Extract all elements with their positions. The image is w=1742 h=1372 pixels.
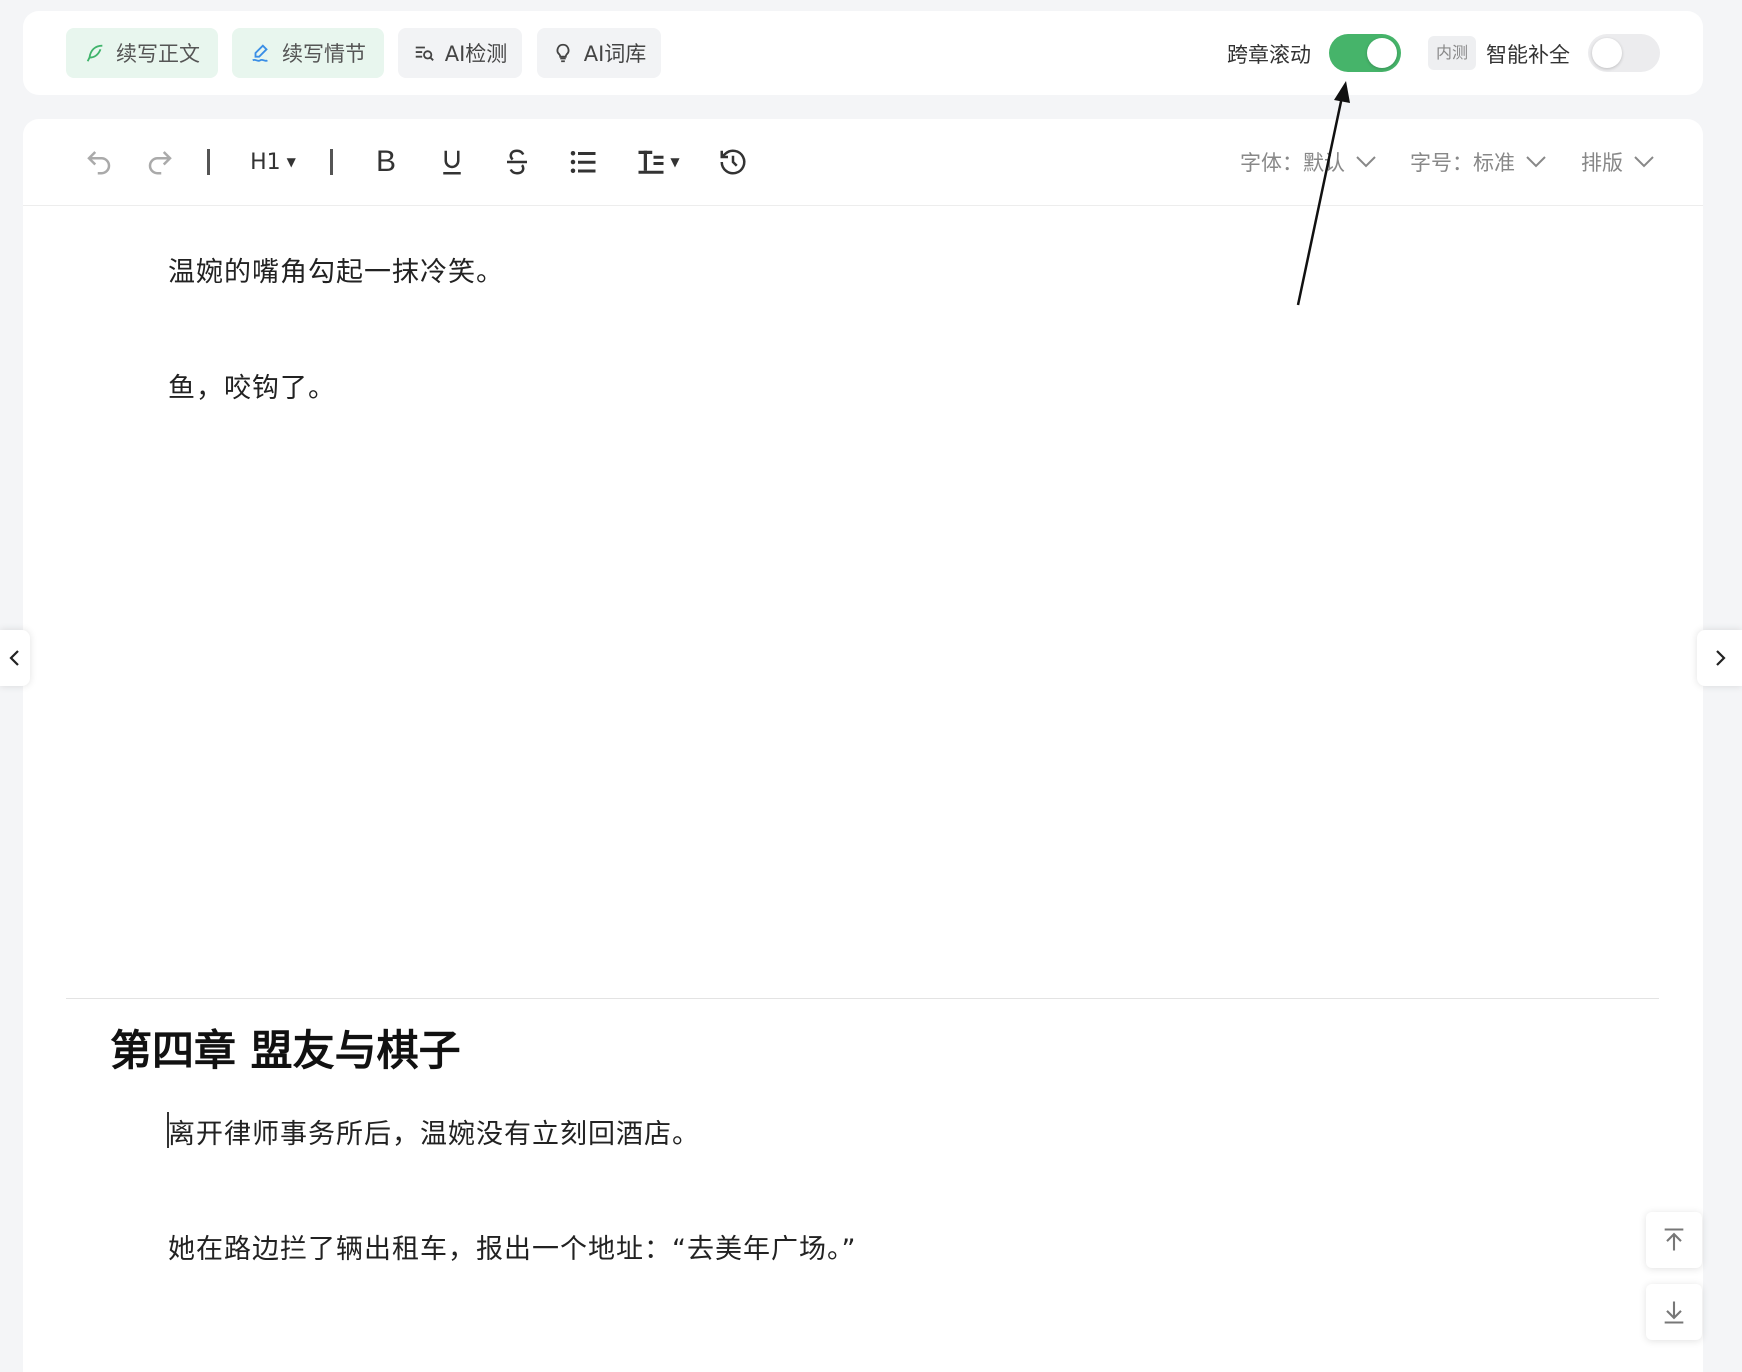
- chevron-right-icon: [1715, 650, 1726, 666]
- editor-panel: H1 ▼ B ▼ 字体：默认 字号：标准 排版 温婉的嘴角勾起一抹冷笑。 鱼，咬…: [23, 119, 1703, 1372]
- smart-complete-label: 智能补全: [1486, 43, 1570, 67]
- chevron-down-icon: [1526, 156, 1546, 168]
- layout-label: 排版: [1581, 151, 1623, 175]
- text-style-icon: [638, 150, 664, 174]
- font-size-dropdown[interactable]: 字号：标准: [1410, 147, 1547, 177]
- underline-button[interactable]: [432, 141, 472, 183]
- chevron-down-icon: [1634, 156, 1654, 168]
- ai-lexicon-label: AI词库: [583, 42, 647, 66]
- chapter-title: 第四章 盟友与棋子: [110, 1026, 461, 1075]
- continue-plot-label: 续写情节: [282, 42, 366, 66]
- text-search-icon: [415, 46, 434, 61]
- toggle-knob: [1367, 38, 1397, 68]
- arrow-to-top-icon: [1664, 1228, 1684, 1251]
- paragraph: 她在路边拦了辆出租车，报出一个地址：“去美年广场。”: [168, 1234, 857, 1265]
- caret-down-icon: ▼: [286, 155, 296, 169]
- cross-chapter-scroll-label: 跨章滚动: [1227, 43, 1311, 67]
- paragraph: 鱼，咬钩了。: [168, 373, 336, 404]
- right-panel-toggle[interactable]: [1697, 630, 1742, 686]
- beta-badge: 内测: [1428, 36, 1477, 70]
- toggle-knob: [1592, 38, 1622, 68]
- redo-icon: [148, 151, 172, 175]
- ai-lexicon-button[interactable]: AI词库: [537, 28, 661, 78]
- lightbulb-icon: [556, 43, 570, 63]
- toolbar-divider: [207, 149, 210, 175]
- text-format-dropdown[interactable]: ▼: [629, 141, 687, 183]
- ai-detect-button[interactable]: AI检测: [398, 28, 522, 78]
- caret-down-icon: ▼: [670, 155, 680, 169]
- redo-button[interactable]: [140, 141, 180, 183]
- smart-complete-toggle[interactable]: [1588, 34, 1660, 72]
- toolbar-divider: [330, 149, 333, 175]
- ai-detect-label: AI检测: [444, 42, 508, 66]
- strikethrough-button[interactable]: [497, 141, 537, 183]
- continue-text-button[interactable]: 续写正文: [66, 28, 218, 78]
- cross-chapter-scroll-toggle[interactable]: [1329, 34, 1401, 72]
- left-panel-toggle[interactable]: [0, 630, 30, 686]
- chevron-left-icon: [9, 650, 19, 666]
- paragraph[interactable]: 离开律师事务所后，温婉没有立刻回酒店。: [168, 1112, 700, 1151]
- chevron-down-icon: [1356, 156, 1376, 168]
- history-icon: [720, 149, 746, 175]
- continue-plot-button[interactable]: 续写情节: [232, 28, 384, 78]
- font-size-label: 字号：标准: [1410, 151, 1515, 175]
- pen-wave-icon: [252, 44, 268, 62]
- strikethrough-icon: [507, 149, 527, 175]
- bullet-list-button[interactable]: [563, 141, 603, 183]
- undo-button[interactable]: [79, 141, 119, 183]
- list-icon: [570, 151, 596, 173]
- continue-text-label: 续写正文: [116, 42, 200, 66]
- scroll-to-bottom-button[interactable]: [1646, 1284, 1702, 1340]
- format-toolbar: H1 ▼ B ▼ 字体：默认 字号：标准 排版: [23, 119, 1703, 206]
- font-family-label: 字体：默认: [1240, 151, 1345, 175]
- feather-icon: [86, 44, 103, 62]
- bold-glyph: B: [375, 145, 396, 178]
- font-family-dropdown[interactable]: 字体：默认: [1240, 147, 1377, 177]
- scroll-to-top-button[interactable]: [1646, 1212, 1702, 1268]
- undo-icon: [87, 151, 111, 175]
- history-button[interactable]: [713, 141, 753, 183]
- heading-level: H1: [250, 149, 281, 175]
- heading-dropdown[interactable]: H1 ▼: [245, 141, 301, 183]
- paragraph: 温婉的嘴角勾起一抹冷笑。: [168, 257, 504, 288]
- top-action-bar: 续写正文 续写情节 AI检测 AI词库 跨章滚动 内测 智能补全: [23, 11, 1703, 95]
- layout-dropdown[interactable]: 排版: [1581, 147, 1655, 177]
- arrow-to-bottom-icon: [1664, 1301, 1684, 1324]
- chapter-divider: [66, 998, 1659, 999]
- underline-icon: [443, 150, 461, 175]
- bold-button[interactable]: B: [366, 141, 406, 183]
